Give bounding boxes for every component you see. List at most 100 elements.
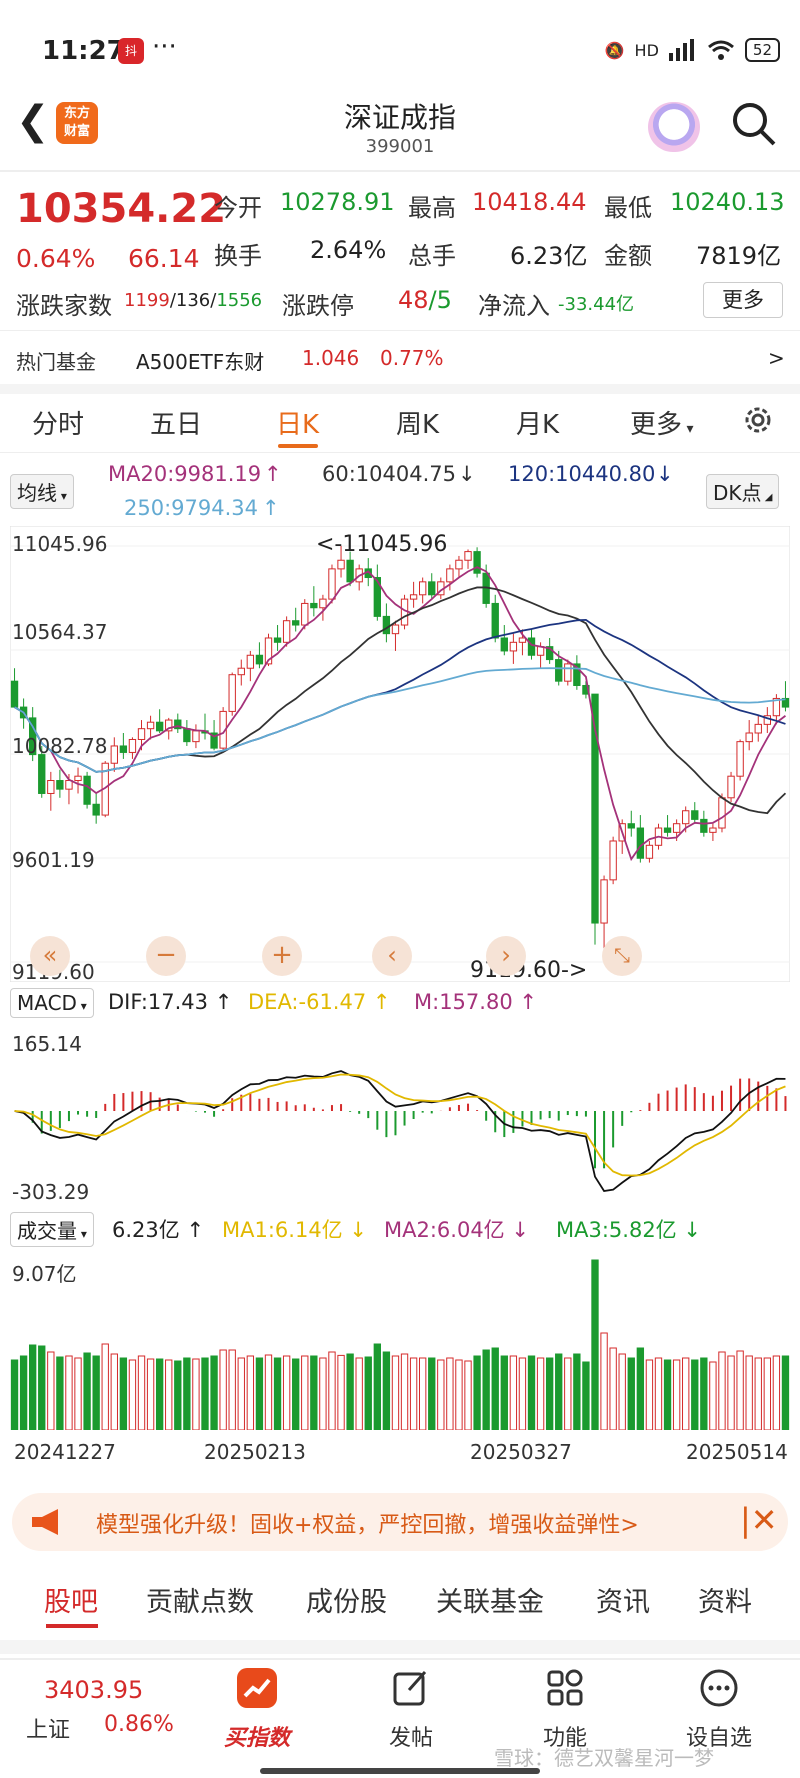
ma60-value: 60:10404.75 <box>322 462 456 486</box>
tab-contribution[interactable]: 贡献点数 <box>146 1580 254 1619</box>
sh-index-pct[interactable]: 0.86% <box>104 1712 174 1737</box>
tab-related-funds[interactable]: 关联基金 <box>436 1580 544 1619</box>
y-label-2: 10564.37 <box>12 620 108 644</box>
volume-ma1: MA1:6.14亿 ↓ <box>222 1218 367 1242</box>
tab-weekly-k[interactable]: 周K <box>396 404 439 441</box>
candle-body <box>237 667 245 676</box>
promo-banner[interactable]: 模型强化升级！固收+权益，严控回撤，增强收益弹性> |✕ <box>12 1493 788 1551</box>
ai-assistant-icon[interactable] <box>648 102 700 152</box>
candle-body <box>155 721 164 732</box>
limit-label: 涨跌停 <box>282 292 354 320</box>
limit-values: 48/5 <box>398 286 452 314</box>
candle-body <box>609 840 617 881</box>
candle-body <box>600 879 608 924</box>
search-icon[interactable] <box>730 100 778 148</box>
tab-monthly-k[interactable]: 月K <box>516 404 559 441</box>
current-price: 10354.22 <box>16 186 227 232</box>
previous-icon[interactable]: ‹ <box>372 936 412 976</box>
volume-bar <box>455 1359 463 1430</box>
watermark: 雪球：德艺双馨星河一梦 <box>494 1746 714 1770</box>
volume-bar <box>754 1357 762 1430</box>
zoom-out-icon[interactable]: − <box>146 936 186 976</box>
functions-button[interactable]: 功能 <box>520 1668 610 1752</box>
volume-bar <box>310 1355 318 1430</box>
candle-body <box>645 844 654 859</box>
candle-body <box>301 602 309 626</box>
megaphone-icon <box>32 1509 58 1535</box>
more-button[interactable]: 更多 <box>703 282 783 318</box>
sh-index-value[interactable]: 3403.95 <box>44 1676 143 1704</box>
candle-body <box>555 659 563 682</box>
volume-bar <box>446 1357 454 1430</box>
divider <box>0 452 800 453</box>
volume-bar <box>210 1355 218 1430</box>
amount-value: 7819亿 <box>696 242 782 270</box>
ma-selector[interactable]: 均线 ▾ <box>10 474 74 509</box>
post-button[interactable]: 发帖 <box>366 1668 456 1752</box>
tab-news[interactable]: 资讯 <box>596 1580 650 1619</box>
volume-bar <box>382 1351 391 1430</box>
candle-body <box>273 637 282 643</box>
sh-index-name[interactable]: 上证 <box>26 1712 70 1744</box>
add-watchlist-button[interactable]: 设自选 <box>674 1668 764 1752</box>
candle-body <box>663 827 672 833</box>
scroll-left-icon[interactable]: « <box>30 936 70 976</box>
ma20-up-icon: ↑ <box>264 462 282 486</box>
volume-bar <box>292 1358 300 1430</box>
battery-icon: 52 <box>744 38 780 62</box>
grid-icon <box>547 1669 583 1706</box>
volume-bar <box>772 1355 781 1430</box>
settings-gear-icon[interactable] <box>740 402 776 438</box>
next-icon[interactable]: › <box>486 936 526 976</box>
tab-forum[interactable]: 股吧 <box>44 1580 98 1619</box>
ma250-up-icon: ↑ <box>262 496 280 520</box>
volume-bar <box>337 1354 345 1430</box>
post-label: 发帖 <box>388 1726 433 1751</box>
hot-fund-name[interactable]: A500ETF东财 <box>136 346 264 375</box>
candle-body <box>310 602 318 609</box>
dk-point-selector[interactable]: DK点 ◢ <box>706 474 780 509</box>
candle-body <box>146 721 155 730</box>
volume-bar <box>38 1345 46 1430</box>
zoom-in-icon[interactable]: + <box>262 936 302 976</box>
volume-bar <box>29 1344 37 1430</box>
tab-constituents[interactable]: 成份股 <box>306 1580 387 1619</box>
tab-five-day[interactable]: 五日 <box>150 404 202 441</box>
buy-index-button[interactable]: 买指数 <box>212 1668 302 1752</box>
volume-bar <box>645 1359 654 1430</box>
tab-more[interactable]: 更多 ▾ <box>630 404 694 441</box>
macd-selector[interactable]: MACD ▾ <box>10 988 94 1018</box>
breadth-values: 1199/136/1556 <box>124 290 263 311</box>
candle-body <box>419 581 427 596</box>
divider <box>0 330 800 331</box>
candlestick-chart[interactable] <box>10 526 790 982</box>
volume-bar <box>301 1355 309 1430</box>
volume-bar <box>273 1357 282 1430</box>
tab-daily-k[interactable]: 日K <box>276 404 319 441</box>
volume-bar <box>736 1350 744 1430</box>
tab-profile[interactable]: 资料 <box>698 1580 752 1619</box>
candle-body <box>727 775 735 799</box>
volume-bar <box>482 1349 490 1430</box>
volume-bar <box>500 1355 508 1430</box>
volume-bar <box>582 1361 590 1430</box>
tab-intraday[interactable]: 分时 <box>32 404 84 441</box>
volume-selector[interactable]: 成交量 ▾ <box>10 1212 94 1247</box>
candle-body <box>74 775 82 782</box>
ma60-down-icon: ↓ <box>458 462 476 486</box>
banner-text: 模型强化升级！固收+权益，严控回撤，增强收益弹性> <box>96 1513 639 1538</box>
volume-bar <box>491 1347 499 1430</box>
candle-body <box>627 823 635 829</box>
volume-bar <box>264 1354 273 1430</box>
ma250-value: 250:9794.34 <box>124 496 258 520</box>
volume-bar <box>183 1357 191 1430</box>
candle-body <box>464 551 472 561</box>
candle-body <box>255 654 264 665</box>
home-indicator[interactable] <box>260 1768 540 1774</box>
volume-bar <box>564 1357 572 1430</box>
candle-body <box>110 745 118 764</box>
hot-fund-arrow-icon[interactable]: > <box>768 346 785 370</box>
close-icon[interactable]: |✕ <box>740 1501 778 1539</box>
fullscreen-icon[interactable]: ⤡ <box>602 936 642 976</box>
status-bar: 11:27 抖 ··· 🔕 HD 52 <box>0 0 800 96</box>
